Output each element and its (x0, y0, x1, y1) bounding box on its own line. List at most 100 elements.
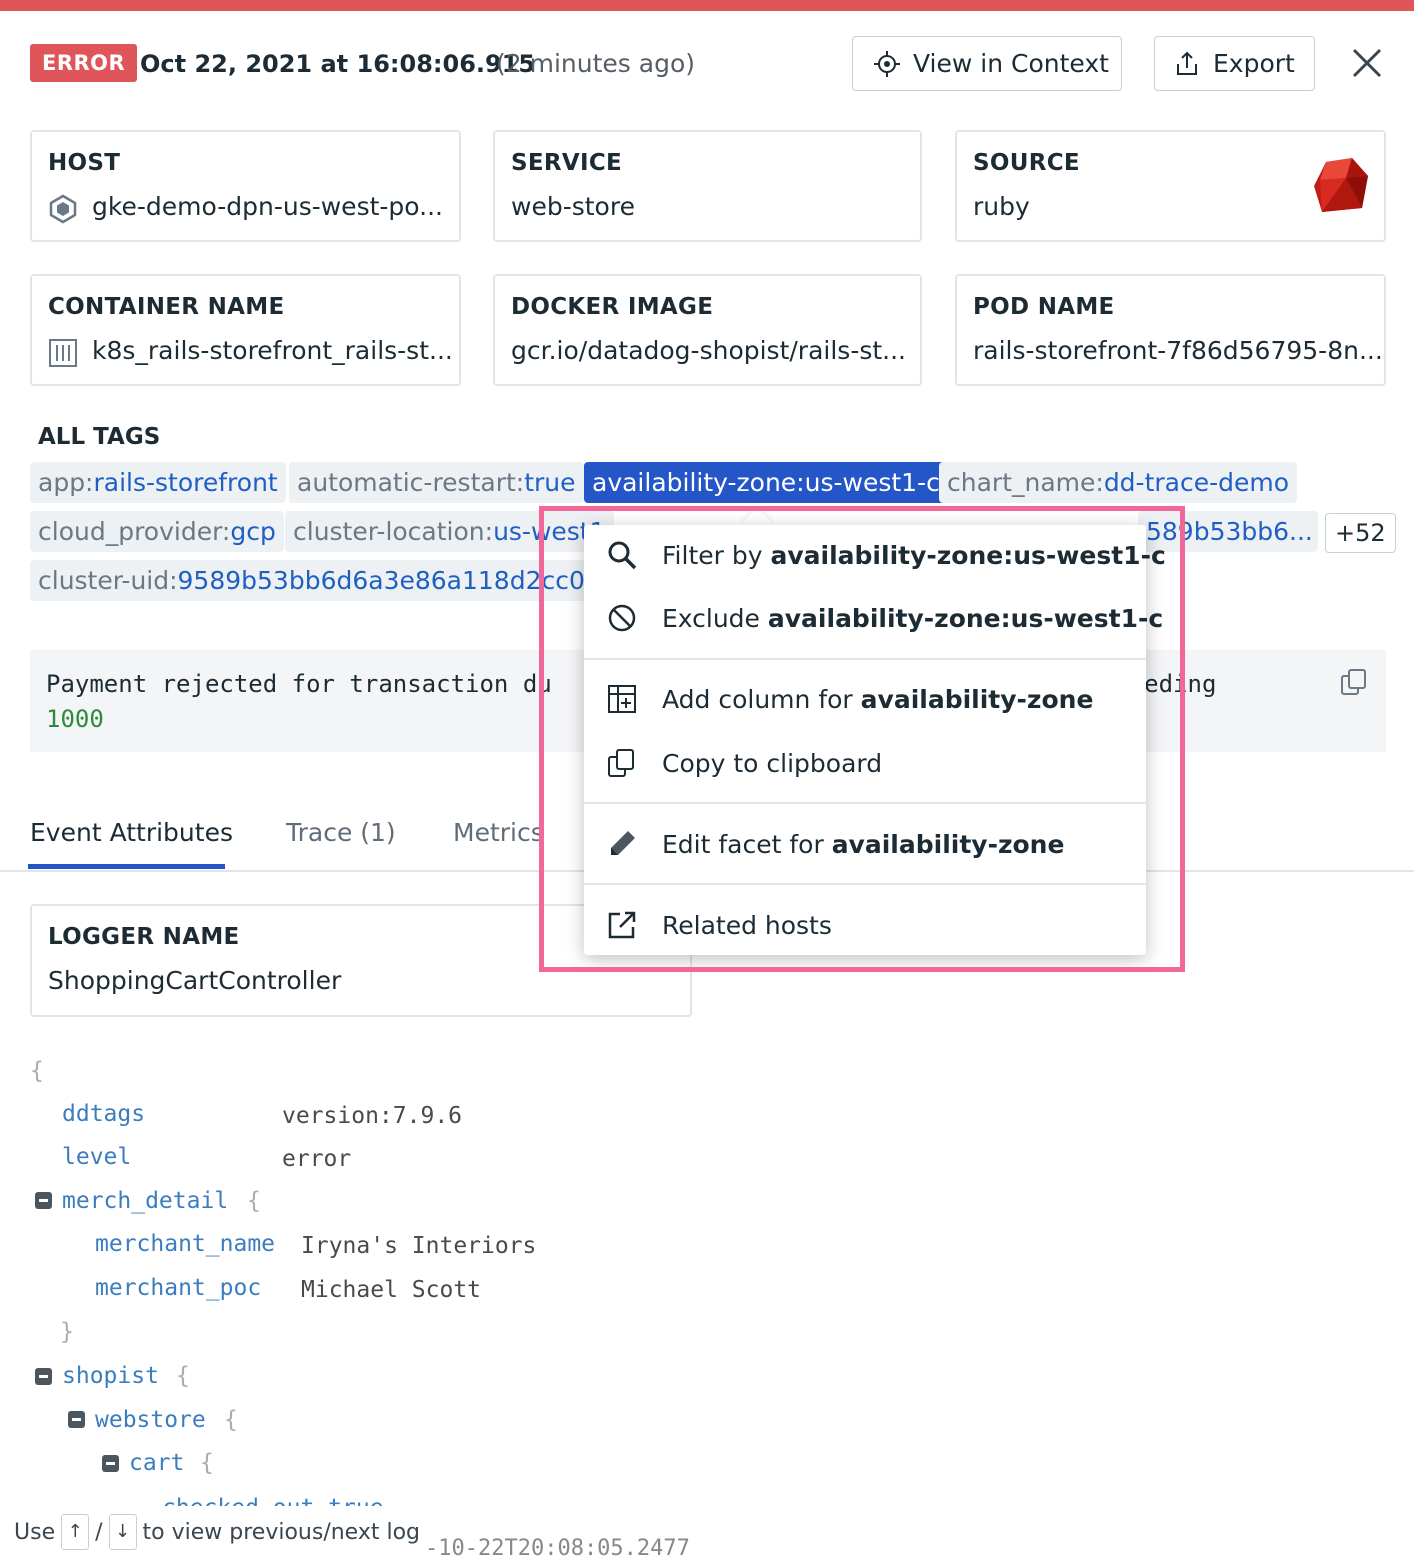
menu-item-label: Related hosts (662, 910, 832, 940)
tab-trace[interactable]: Trace (1) (286, 818, 396, 847)
pod-name-value: rails-storefront-7f86d56795-8n... (973, 336, 1383, 365)
pencil-icon (611, 831, 635, 855)
menu-item-exclude[interactable]: Exclude availability-zone:us-west1-c (584, 588, 1163, 648)
json-key[interactable]: level (62, 1142, 131, 1172)
export-label: Export (1213, 49, 1295, 78)
json-close-brace: } (60, 1319, 74, 1345)
host-card[interactable]: HOST gke-demo-dpn-us-west-po... (30, 130, 461, 242)
json-brace: { (247, 1188, 261, 1214)
log-timestamp: Oct 22, 2021 at 16:08:06.915 (140, 50, 536, 78)
tag-value: gcp (230, 517, 276, 546)
tab-event-attributes[interactable]: Event Attributes (30, 818, 233, 847)
tag-key: cluster-uid: (38, 566, 178, 595)
tag-key: automatic-restart: (297, 468, 525, 497)
container-icon (49, 339, 77, 367)
tag-value: 589b53bb6... (1146, 517, 1313, 546)
menu-item-label: Add column for (662, 684, 853, 714)
export-button[interactable]: Export (1154, 36, 1315, 91)
collapse-toggle[interactable] (68, 1411, 85, 1428)
tag-key: cluster-location: (293, 517, 494, 546)
tag-value: us-west1-c (804, 468, 940, 497)
block-icon (608, 604, 636, 632)
json-key[interactable]: shopist (62, 1361, 159, 1391)
hint-text: to view previous/next log (142, 1519, 421, 1545)
tab-metrics[interactable]: Metrics (453, 818, 544, 847)
crosshair-icon (874, 50, 900, 77)
json-brace: { (200, 1450, 214, 1476)
json-key[interactable]: webstore (95, 1405, 206, 1435)
hexagon-host-icon (49, 194, 77, 224)
host-label: HOST (48, 150, 121, 176)
tag-chip[interactable]: cluster-location:us-west1 (285, 511, 614, 552)
pod-name-card[interactable]: POD NAME rails-storefront-7f86d56795-8n.… (955, 274, 1386, 386)
tag-value: rails-storefront (93, 468, 278, 497)
tag-chip-selected[interactable]: availability-zone:us-west1-c (584, 462, 948, 503)
all-tags-title: ALL TAGS (38, 424, 161, 450)
collapse-toggle[interactable] (35, 1368, 52, 1385)
active-tab-indicator (28, 864, 225, 869)
json-value[interactable]: version:7.9.6 (282, 1101, 462, 1131)
menu-item-edit-facet[interactable]: Edit facet for availability-zone (584, 814, 1146, 874)
json-key[interactable]: merchant_poc (95, 1273, 261, 1303)
ruby-logo (1314, 158, 1368, 212)
source-card[interactable]: SOURCE ruby (955, 130, 1386, 242)
logger-name-label: LOGGER NAME (48, 924, 240, 950)
add-column-icon (608, 685, 636, 713)
json-key[interactable]: merchant_name (95, 1229, 275, 1259)
container-name-label: CONTAINER NAME (48, 294, 285, 320)
json-value[interactable]: Iryna's Interiors (301, 1231, 536, 1261)
tag-value: true (524, 468, 576, 497)
external-link-icon (608, 911, 636, 939)
view-in-context-label: View in Context (913, 49, 1109, 78)
menu-item-copy[interactable]: Copy to clipboard (584, 733, 1146, 793)
menu-item-add-column[interactable]: Add column for availability-zone (584, 669, 1146, 729)
menu-item-filter[interactable]: Filter by availability-zone:us-west1-c (584, 525, 1166, 585)
menu-item-value: availability-zone (831, 829, 1065, 859)
container-name-card[interactable]: CONTAINER NAME k8s_rails-storefront_rail… (30, 274, 461, 386)
view-in-context-button[interactable]: View in Context (852, 36, 1122, 91)
menu-item-label: Edit facet for (662, 829, 824, 859)
container-name-value: k8s_rails-storefront_rails-st... (92, 336, 453, 365)
arrow-up-key: ↑ (61, 1514, 90, 1550)
tag-context-menu: Filter by availability-zone:us-west1-c E… (584, 525, 1166, 955)
more-tags-button[interactable]: +52 (1325, 513, 1396, 553)
copy-icon (608, 749, 634, 777)
json-key[interactable]: cart (129, 1448, 184, 1478)
hint-use: Use (14, 1519, 56, 1545)
json-brace: { (224, 1407, 238, 1433)
tag-key: app: (38, 468, 94, 497)
hint-slash: / (95, 1519, 103, 1545)
source-label: SOURCE (973, 150, 1080, 176)
json-value[interactable]: error (282, 1144, 351, 1174)
search-icon (608, 541, 637, 570)
tag-key: cloud_provider: (38, 517, 231, 546)
pod-name-label: POD NAME (973, 294, 1115, 320)
menu-item-label: Exclude (662, 603, 760, 633)
collapse-toggle[interactable] (35, 1192, 52, 1209)
tag-chip[interactable]: cloud_provider:gcp (30, 511, 284, 552)
menu-divider (584, 658, 1146, 660)
menu-divider (584, 802, 1146, 804)
tag-value: 9589b53bb6d6a3e86a118d2cc0a3f (177, 566, 625, 595)
docker-image-label: DOCKER IMAGE (511, 294, 714, 320)
tag-value: dd-trace-demo (1103, 468, 1290, 497)
docker-image-card[interactable]: DOCKER IMAGE gcr.io/datadog-shopist/rail… (493, 274, 922, 386)
tag-chip[interactable]: chart_name:dd-trace-demo (939, 462, 1298, 503)
tag-chip[interactable]: cluster-uid:9589b53bb6d6a3e86a118d2cc0a3… (30, 560, 633, 601)
status-badge: ERROR (30, 44, 138, 82)
arrow-down-key: ↓ (108, 1514, 137, 1550)
json-value[interactable]: Michael Scott (301, 1275, 481, 1305)
service-card[interactable]: SERVICE web-store (493, 130, 922, 242)
tag-chip[interactable]: automatic-restart:true (289, 462, 584, 503)
close-icon[interactable] (1350, 46, 1384, 80)
copy-icon[interactable] (1338, 666, 1370, 698)
keyboard-hint: Use ↑ / ↓ to view previous/next log (14, 1514, 420, 1550)
menu-item-value: availability-zone:us-west1-c (770, 540, 1166, 570)
tag-chip[interactable]: app:rails-storefront (30, 462, 286, 503)
json-key[interactable]: ddtags (62, 1099, 145, 1129)
menu-item-related-hosts[interactable]: Related hosts (584, 895, 1146, 955)
json-key[interactable]: merch_detail (62, 1186, 228, 1216)
logger-name-value: ShoppingCartController (48, 966, 342, 995)
service-value: web-store (511, 192, 635, 221)
collapse-toggle[interactable] (102, 1455, 119, 1472)
